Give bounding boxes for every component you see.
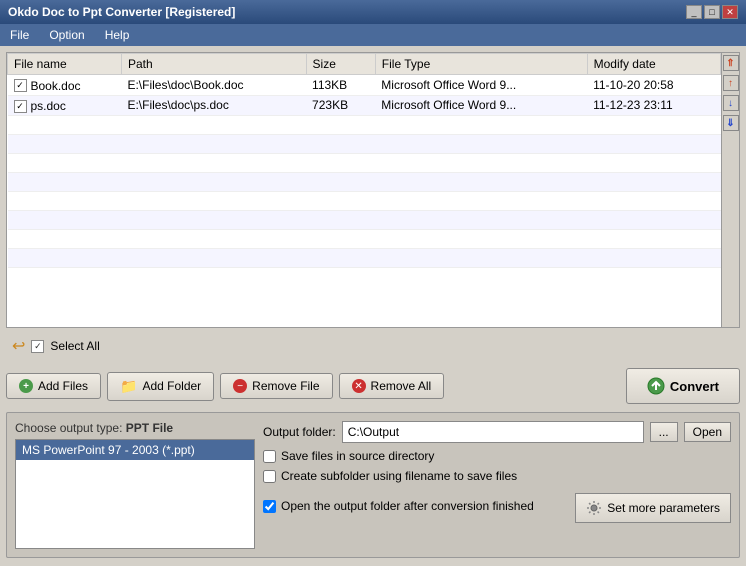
checkbox-row-2: Create subfolder using filename to save … — [263, 469, 731, 483]
folder-icon: 📁 — [120, 378, 137, 395]
table-row-empty — [8, 116, 721, 135]
create-subfolder-label: Create subfolder using filename to save … — [281, 469, 517, 483]
table-row-empty — [8, 230, 721, 249]
select-all-checkbox[interactable] — [31, 340, 44, 353]
menu-option[interactable]: Option — [43, 26, 90, 44]
plus-icon: + — [19, 379, 33, 393]
x-icon: ✕ — [352, 379, 366, 393]
output-type-item-ppt[interactable]: MS PowerPoint 97 - 2003 (*.ppt) — [16, 440, 254, 460]
output-type-list[interactable]: MS PowerPoint 97 - 2003 (*.ppt) — [15, 439, 255, 549]
create-subfolder-checkbox[interactable] — [263, 470, 276, 483]
scroll-top-button[interactable]: ⇑ — [723, 55, 739, 71]
select-all-row: ↩ Select All — [6, 332, 740, 360]
close-button[interactable]: ✕ — [722, 5, 738, 19]
minus-icon: − — [233, 379, 247, 393]
scroll-bottom-button[interactable]: ⇓ — [723, 115, 739, 131]
table-row-empty — [8, 249, 721, 268]
gear-icon — [586, 500, 602, 516]
table-row[interactable]: ✓ ps.doc E:\Files\doc\ps.doc 723KB Micro… — [8, 95, 721, 116]
toolbar: + Add Files 📁 Add Folder − Remove File ✕… — [6, 364, 740, 408]
table-row-empty — [8, 211, 721, 230]
file-list-container: File name Path Size File Type Modify dat… — [6, 52, 740, 328]
main-container: File name Path Size File Type Modify dat… — [0, 46, 746, 564]
add-files-button[interactable]: + Add Files — [6, 373, 101, 399]
save-source-checkbox[interactable] — [263, 450, 276, 463]
cell-path: E:\Files\doc\Book.doc — [121, 75, 306, 96]
output-type-value: PPT File — [126, 421, 173, 435]
title-bar: Okdo Doc to Ppt Converter [Registered] _… — [0, 0, 746, 24]
output-folder-input[interactable] — [342, 421, 644, 443]
add-folder-button[interactable]: 📁 Add Folder — [107, 372, 214, 401]
output-folder-row: Output folder: ... Open — [263, 421, 731, 443]
set-params-button[interactable]: Set more parameters — [575, 493, 731, 523]
cell-modified: 11-12-23 23:11 — [587, 95, 720, 116]
cell-type: Microsoft Office Word 9... — [375, 75, 587, 96]
save-source-label: Save files in source directory — [281, 449, 434, 463]
table-row-empty — [8, 192, 721, 211]
output-type-label: Choose output type: PPT File — [15, 421, 255, 435]
checkbox-row-1: Save files in source directory — [263, 449, 731, 463]
table-row[interactable]: ✓ Book.doc E:\Files\doc\Book.doc 113KB M… — [8, 75, 721, 96]
cell-name: ✓ Book.doc — [8, 75, 122, 96]
menu-help[interactable]: Help — [99, 26, 136, 44]
browse-button[interactable]: ... — [650, 422, 678, 442]
checkbox-row-3: Open the output folder after conversion … — [263, 499, 534, 513]
cell-size: 723KB — [306, 95, 375, 116]
col-header-size: Size — [306, 54, 375, 75]
scroll-down-button[interactable]: ↓ — [723, 95, 739, 111]
convert-icon — [647, 377, 665, 395]
remove-file-button[interactable]: − Remove File — [220, 373, 332, 399]
scroll-up-button[interactable]: ↑ — [723, 75, 739, 91]
list-scrollbar: ⇑ ↑ ↓ ⇓ — [721, 53, 739, 327]
minimize-button[interactable]: _ — [686, 5, 702, 19]
col-header-name: File name — [8, 54, 122, 75]
bottom-panel: Choose output type: PPT File MS PowerPoi… — [6, 412, 740, 558]
open-folder-button[interactable]: Open — [684, 422, 731, 442]
col-header-type: File Type — [375, 54, 587, 75]
select-all-label: Select All — [50, 339, 99, 353]
col-header-path: Path — [121, 54, 306, 75]
convert-button[interactable]: Convert — [626, 368, 740, 404]
maximize-button[interactable]: □ — [704, 5, 720, 19]
remove-all-button[interactable]: ✕ Remove All — [339, 373, 445, 399]
menu-file[interactable]: File — [4, 26, 35, 44]
col-header-modified: Modify date — [587, 54, 720, 75]
cell-modified: 11-10-20 20:58 — [587, 75, 720, 96]
file-table: File name Path Size File Type Modify dat… — [7, 53, 721, 327]
table-row-empty — [8, 135, 721, 154]
open-output-checkbox[interactable] — [263, 500, 276, 513]
output-settings: Output folder: ... Open Save files in so… — [263, 421, 731, 549]
table-row-empty — [8, 154, 721, 173]
window-title: Okdo Doc to Ppt Converter [Registered] — [8, 5, 235, 19]
cell-name: ✓ ps.doc — [8, 95, 122, 116]
cell-path: E:\Files\doc\ps.doc — [121, 95, 306, 116]
output-folder-label: Output folder: — [263, 425, 336, 439]
cell-type: Microsoft Office Word 9... — [375, 95, 587, 116]
back-icon: ↩ — [12, 336, 25, 356]
cell-size: 113KB — [306, 75, 375, 96]
open-output-label: Open the output folder after conversion … — [281, 499, 534, 513]
table-row-empty — [8, 173, 721, 192]
window-controls: _ □ ✕ — [686, 5, 738, 19]
menu-bar: File Option Help — [0, 24, 746, 46]
output-type-panel: Choose output type: PPT File MS PowerPoi… — [15, 421, 255, 549]
